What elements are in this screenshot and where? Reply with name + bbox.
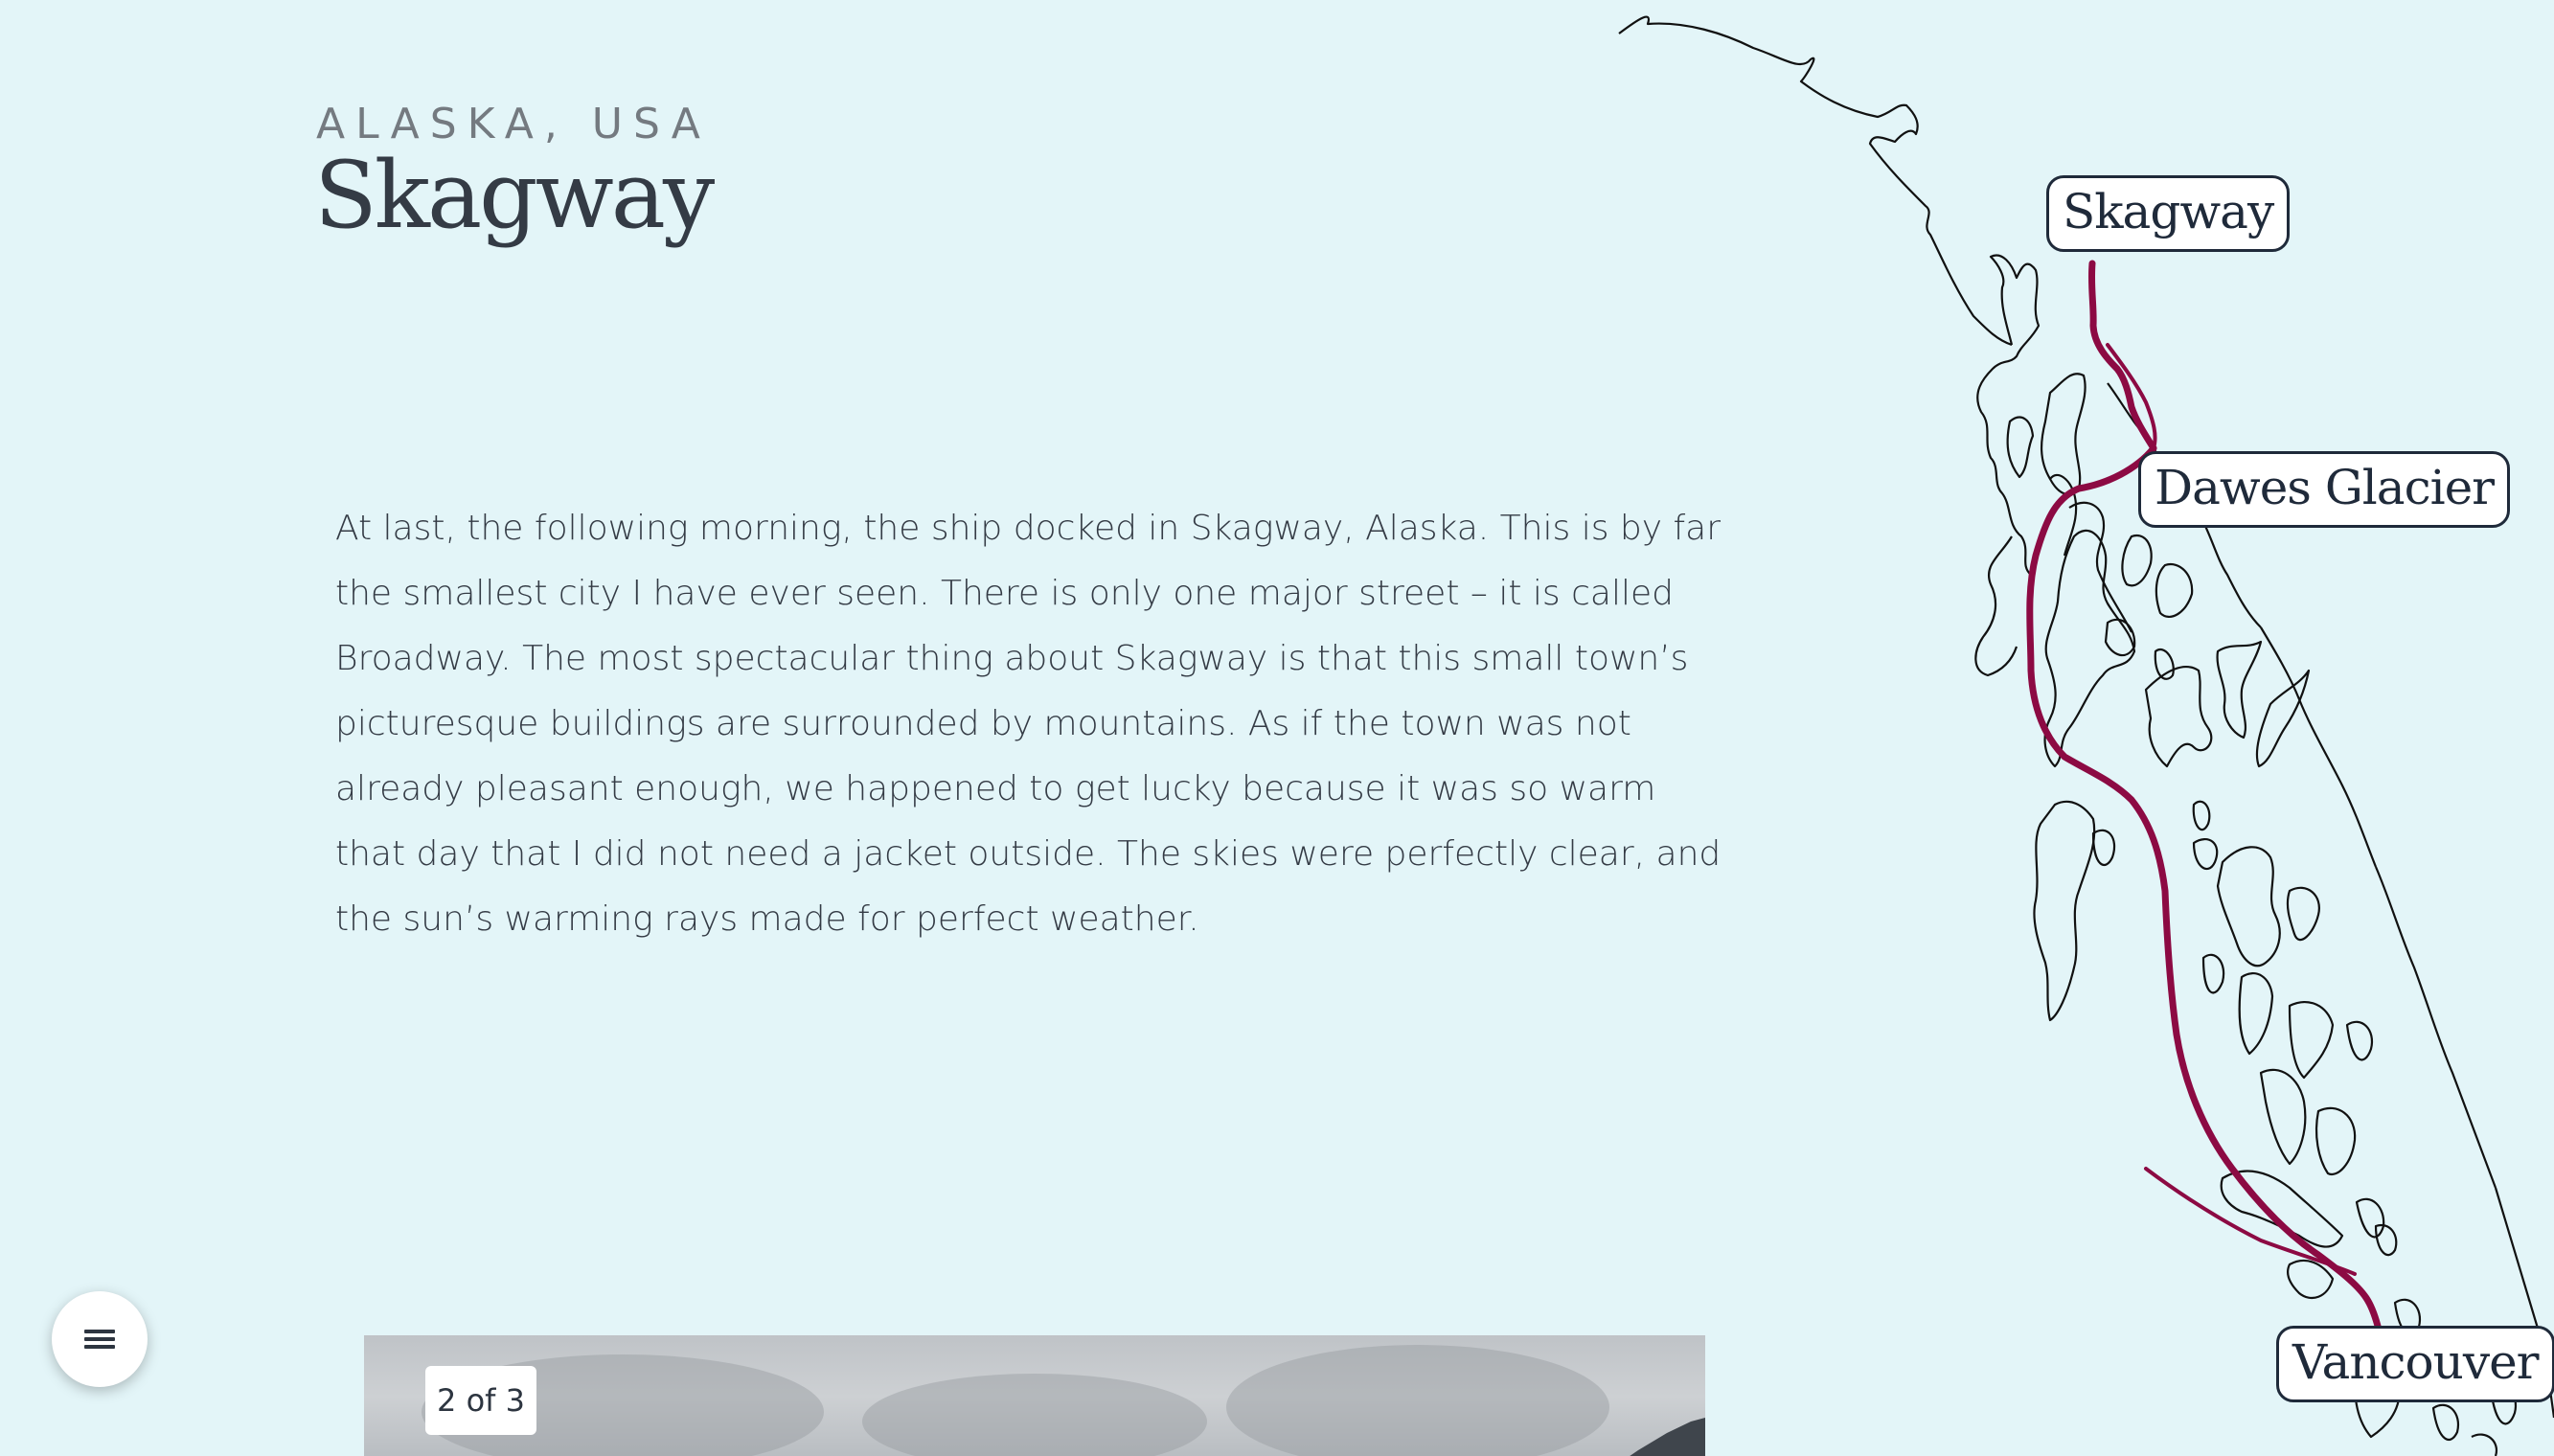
gallery-photo[interactable] — [364, 1335, 1705, 1456]
map-label-skagway[interactable]: Skagway — [2046, 175, 2291, 252]
map-label-dawes-glacier[interactable]: Dawes Glacier — [2138, 451, 2511, 528]
menu-button[interactable] — [52, 1291, 148, 1387]
hamburger-menu-icon — [84, 1326, 115, 1353]
cruise-route — [2026, 260, 2389, 1364]
gallery-counter: 2 of 3 — [425, 1366, 536, 1435]
route-map: Skagway Dawes Glacier Vancouver — [1533, 0, 2554, 1456]
story-paragraph: At last, the following morning, the ship… — [335, 509, 1722, 939]
page-title: Skagway — [314, 142, 715, 249]
route-map-svg — [1618, 15, 2554, 1456]
map-label-vancouver[interactable]: Vancouver — [2276, 1326, 2554, 1402]
